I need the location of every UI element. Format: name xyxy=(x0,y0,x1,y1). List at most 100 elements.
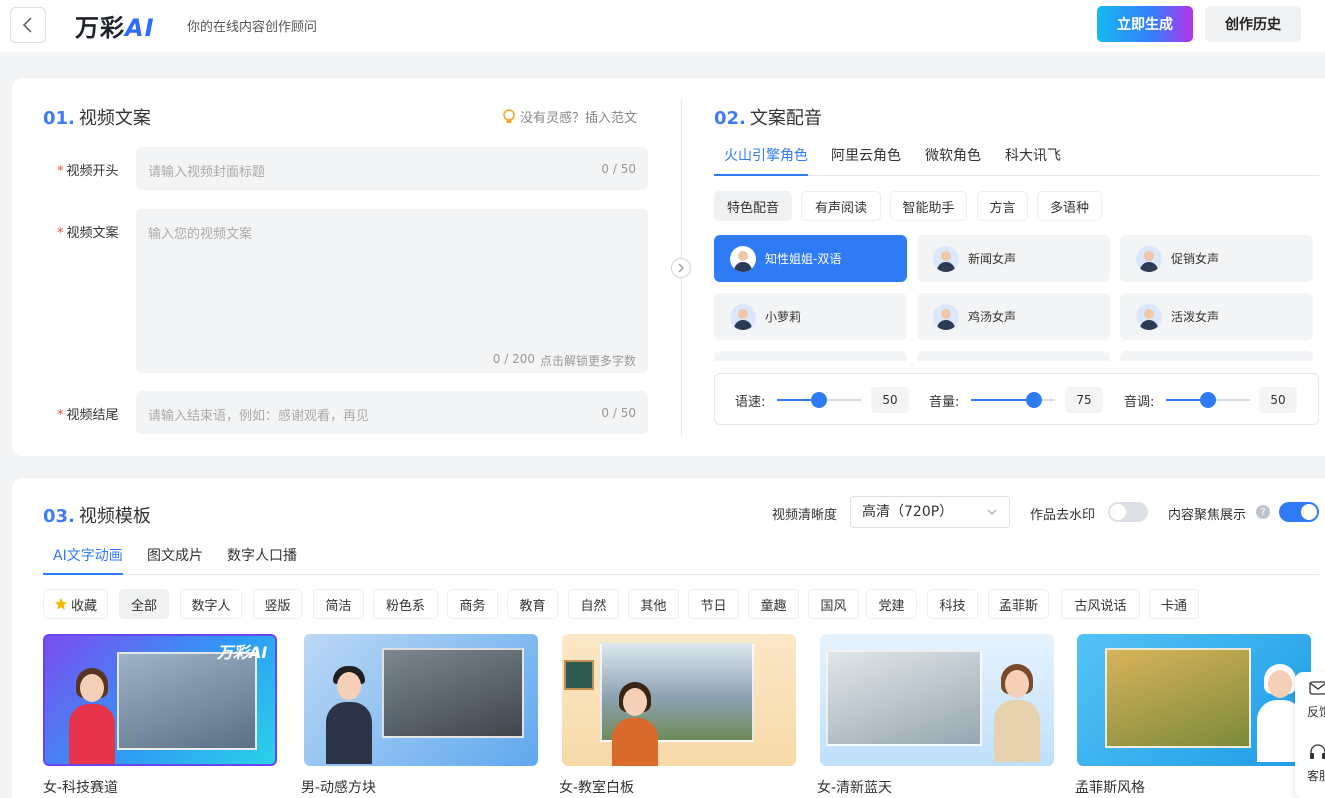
template-screen xyxy=(382,648,524,738)
focus-toggle[interactable] xyxy=(1279,502,1319,522)
category-audiobook[interactable]: 有声阅读 xyxy=(801,191,881,221)
template-card[interactable] xyxy=(1077,634,1311,766)
collapse-button[interactable] xyxy=(671,258,691,278)
lightbulb-icon xyxy=(503,108,515,123)
filter-favorites[interactable]: 收藏 xyxy=(43,589,108,619)
history-button[interactable]: 创作历史 xyxy=(1205,6,1301,42)
floating-sidebar: 反馈 客服 xyxy=(1295,672,1325,798)
filter-chip[interactable]: 自然 xyxy=(568,589,619,619)
slider-fill xyxy=(971,399,1034,401)
category-assistant[interactable]: 智能助手 xyxy=(890,191,967,221)
tab-image-video[interactable]: 图文成片 xyxy=(147,545,203,565)
template-logo: 万彩AI xyxy=(217,643,268,662)
voice-avatar xyxy=(1136,245,1162,272)
headset-icon[interactable] xyxy=(1309,744,1325,760)
chevron-down-icon xyxy=(987,509,997,515)
template-name: 男-动感方块 xyxy=(301,780,377,796)
tab-digital-human[interactable]: 数字人口播 xyxy=(227,545,297,565)
filter-chip[interactable]: 全部 xyxy=(119,589,169,619)
pitch-label: 音调: xyxy=(1124,395,1155,410)
filter-chip[interactable]: 简洁 xyxy=(313,589,364,619)
volume-slider-handle[interactable] xyxy=(1026,392,1042,408)
focus-label: 内容聚焦展示 xyxy=(1168,508,1247,523)
tab-active-indicator xyxy=(43,573,123,575)
voice-option[interactable]: 知性姐姐-双语 xyxy=(714,235,907,282)
section-title-template: 03. 视频模板 xyxy=(43,506,151,527)
volume-slider[interactable] xyxy=(971,392,1055,408)
template-card[interactable]: 万彩AI xyxy=(43,634,277,766)
template-card[interactable] xyxy=(304,634,538,766)
voice-provider-tabs: 火山引擎角色 阿里云角色 微软角色 科大讯飞 xyxy=(714,140,1319,176)
pitch-slider-handle[interactable] xyxy=(1200,392,1216,408)
tab-microsoft[interactable]: 微软角色 xyxy=(925,145,981,165)
watermark-label: 作品去水印 xyxy=(1030,508,1096,523)
pitch-slider[interactable] xyxy=(1166,392,1250,408)
voice-name: 活泼女声 xyxy=(1171,310,1220,324)
filter-chip[interactable]: 科技 xyxy=(927,589,978,619)
unlock-more-link[interactable]: 点击解锁更多字数 xyxy=(540,352,636,369)
filter-chip[interactable]: 节日 xyxy=(688,589,739,619)
filter-chip[interactable]: 商务 xyxy=(447,589,498,619)
filter-chip[interactable]: 数字人 xyxy=(180,589,242,619)
filter-chip[interactable]: 竖版 xyxy=(253,589,302,619)
chevron-left-icon xyxy=(22,17,32,33)
voice-option[interactable]: 鸡汤女声 xyxy=(917,293,1110,340)
voice-avatar xyxy=(730,303,756,330)
template-tabs: AI文字动画 图文成片 数字人口播 xyxy=(43,540,1319,575)
resolution-select[interactable]: 高清（720P） xyxy=(850,496,1010,528)
filter-chip[interactable]: 童趣 xyxy=(748,589,799,619)
filter-chip[interactable]: 国风 xyxy=(808,589,859,619)
opening-char-count: 0 / 50 xyxy=(601,162,636,176)
speed-slider-handle[interactable] xyxy=(811,392,827,408)
chevron-right-icon xyxy=(678,263,684,273)
help-icon[interactable]: ? xyxy=(1256,505,1270,519)
category-featured[interactable]: 特色配音 xyxy=(714,191,792,221)
pitch-value[interactable]: 50 xyxy=(1259,387,1297,413)
tab-ai-text-animation[interactable]: AI文字动画 xyxy=(53,545,123,565)
template-card[interactable] xyxy=(562,634,796,766)
category-dialect[interactable]: 方言 xyxy=(977,191,1028,221)
speed-value[interactable]: 50 xyxy=(871,387,909,413)
script-textarea[interactable]: 输入您的视频文案 0 / 200 点击解锁更多字数 xyxy=(136,209,648,373)
service-button[interactable]: 客服 xyxy=(1307,767,1325,784)
filter-chip[interactable]: 卡通 xyxy=(1149,589,1199,619)
top-bar: 万彩AI 你的在线内容创作顾问 立即生成 创作历史 xyxy=(0,0,1325,52)
filter-chip[interactable]: 党建 xyxy=(866,589,917,619)
volume-value[interactable]: 75 xyxy=(1065,387,1103,413)
ending-input[interactable]: 请输入结束语，例如：感谢观看，再见 0 / 50 xyxy=(136,391,648,434)
category-multilingual[interactable]: 多语种 xyxy=(1037,191,1102,221)
back-button[interactable] xyxy=(10,7,46,43)
voice-name: 小萝莉 xyxy=(765,310,802,324)
template-card[interactable] xyxy=(820,634,1054,766)
mail-icon[interactable] xyxy=(1309,681,1325,695)
tab-active-indicator xyxy=(714,174,808,176)
filter-chip[interactable]: 古风说话 xyxy=(1061,589,1140,619)
tab-aliyun[interactable]: 阿里云角色 xyxy=(831,145,901,165)
voice-option[interactable]: 新闻女声 xyxy=(917,235,1110,282)
template-name: 女-清新蓝天 xyxy=(817,780,893,796)
voice-name: 鸡汤女声 xyxy=(968,310,1017,324)
filter-chip[interactable]: 其他 xyxy=(628,589,679,619)
voice-settings: 语速: 50 音量: 75 音调: 50 xyxy=(714,373,1319,425)
voice-avatar xyxy=(730,245,756,272)
voice-name: 知性姐姐-双语 xyxy=(765,252,842,266)
voice-option[interactable]: 活泼女声 xyxy=(1120,293,1313,340)
opening-input[interactable]: 请输入视频封面标题 0 / 50 xyxy=(136,147,648,190)
voice-avatar xyxy=(1136,303,1162,330)
watermark-toggle[interactable] xyxy=(1108,502,1148,522)
voice-option[interactable]: 促销女声 xyxy=(1120,235,1313,282)
filter-chip[interactable]: 粉色系 xyxy=(373,589,438,619)
voice-option[interactable]: 小萝莉 xyxy=(714,293,907,340)
filter-chip[interactable]: 教育 xyxy=(507,589,558,619)
speed-slider[interactable] xyxy=(777,392,861,408)
resolution-value: 高清（720P） xyxy=(862,504,954,520)
tab-volcengine[interactable]: 火山引擎角色 xyxy=(724,145,808,165)
template-screen xyxy=(826,650,982,746)
insert-sample-link[interactable]: 没有灵感？插入范文 xyxy=(502,107,637,126)
tab-iflytek[interactable]: 科大讯飞 xyxy=(1005,145,1061,165)
section-title-voice: 02. 文案配音 xyxy=(714,108,822,129)
filter-chip[interactable]: 孟菲斯 xyxy=(988,589,1049,619)
generate-button[interactable]: 立即生成 xyxy=(1097,6,1193,42)
feedback-button[interactable]: 反馈 xyxy=(1307,703,1325,720)
template-name: 孟菲斯风格 xyxy=(1075,780,1145,796)
